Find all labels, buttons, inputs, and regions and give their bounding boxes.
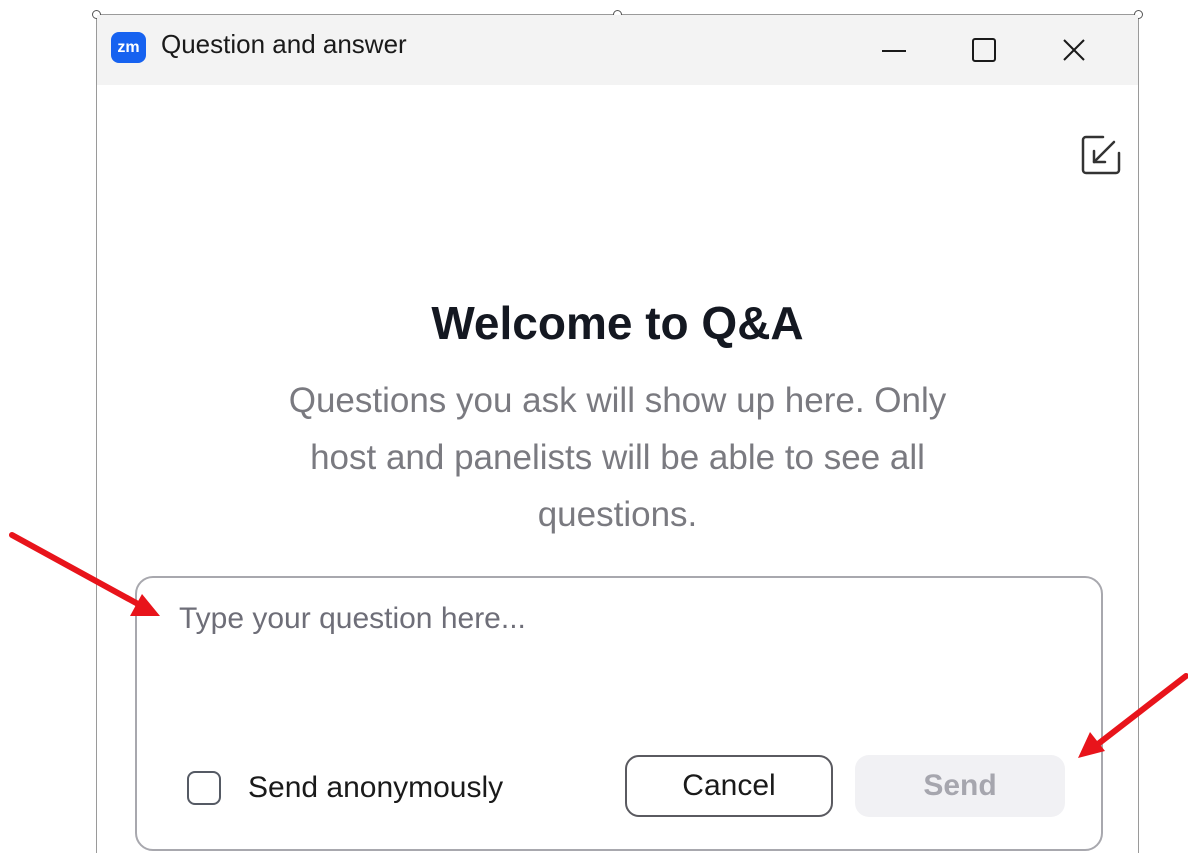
window-frame-left	[96, 14, 97, 853]
anonymous-label: Send anonymously	[248, 771, 504, 804]
send-anonymously-toggle[interactable]: Send anonymously	[187, 768, 503, 808]
welcome-title: Welcome to Q&A	[431, 297, 804, 349]
maximize-button[interactable]	[944, 15, 1024, 85]
window-title: Question and answer	[161, 29, 407, 59]
zoom-logo-icon: zm	[111, 32, 146, 63]
welcome-description: Questions you ask will show up here. Onl…	[230, 372, 1005, 543]
cancel-button[interactable]: Cancel	[625, 755, 833, 817]
minimize-button[interactable]	[854, 15, 934, 85]
question-input[interactable]	[177, 600, 1061, 704]
screenshot-stage: zm Question and answer Welcome to Q&A Qu…	[0, 0, 1188, 853]
welcome-description-line: questions.	[537, 495, 698, 534]
question-composer: Send anonymously Cancel Send	[135, 576, 1103, 851]
collapse-arrow-icon	[1081, 135, 1121, 175]
welcome-description-line: Questions you ask will show up here. Onl…	[288, 381, 947, 420]
maximize-icon	[972, 38, 996, 62]
send-button[interactable]: Send	[855, 755, 1065, 817]
close-icon	[1063, 39, 1085, 61]
minimize-icon	[882, 50, 906, 52]
collapse-button[interactable]	[1077, 131, 1125, 179]
welcome-description-line: host and panelists will be able to see a…	[310, 438, 925, 477]
window-frame-right	[1138, 14, 1139, 853]
window-titlebar: zm Question and answer	[97, 15, 1138, 85]
close-button[interactable]	[1034, 15, 1114, 85]
anonymous-checkbox[interactable]	[187, 771, 221, 805]
